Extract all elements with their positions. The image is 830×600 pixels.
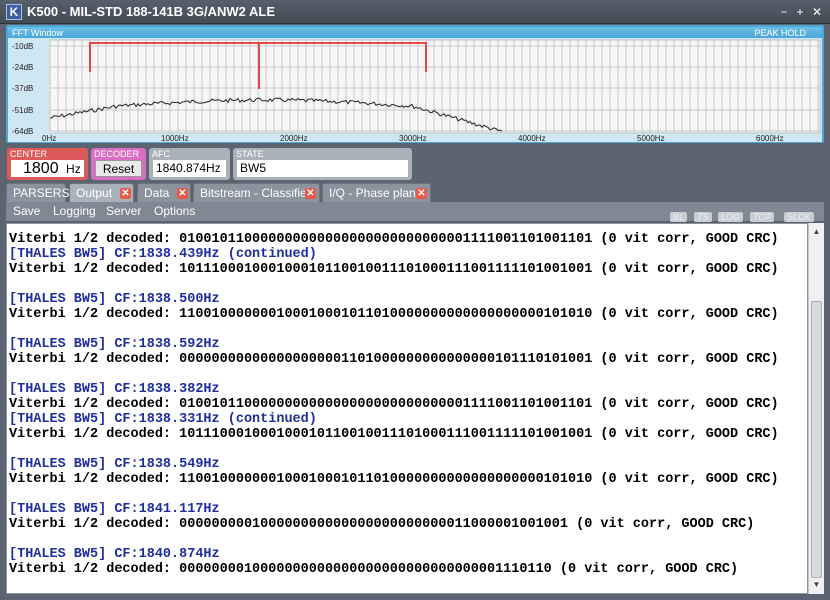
decoder-label: DECODER [94,149,140,159]
center-unit: Hz [66,162,81,176]
y-tick-label: -24dB [12,63,33,72]
x-tick-label: 4000Hz [518,134,546,142]
maximize-button[interactable]: + [792,4,808,20]
log-header-line: [THALES BW5] CF:1838.331Hz (continued) [9,412,317,427]
log-blank-line [9,532,779,547]
menu-options[interactable]: Options [154,204,195,218]
fft-spectrum[interactable]: -10dB -24dB -37dB -51dB -64dB 0Hz 1000Hz 2000H… [8,38,822,142]
y-tick-label: -10dB [12,42,33,51]
x-tick-label: 1000Hz [161,134,189,142]
close-icon[interactable]: ✕ [416,188,427,199]
menu-save[interactable]: Save [13,204,40,218]
log-header-line: [THALES BW5] CF:1838.382Hz [9,382,220,397]
log-blank-line [9,442,779,457]
log-header-line: [THALES BW5] CF:1838.500Hz [9,292,220,307]
y-tick-label: -51dB [12,106,33,115]
flag-slck: SLCK [784,212,814,222]
close-button[interactable]: ✕ [809,4,825,20]
center-label: CENTER [10,149,48,159]
tab-output[interactable]: Output ✕ [69,183,134,203]
center-box: CENTER 1800 Hz [7,148,88,180]
log-blank-line [9,487,779,502]
afc-value: 1840.874Hz [153,160,226,177]
log-header-line: [THALES BW5] CF:1838.592Hz [9,337,220,352]
tab-bitstream-classifier[interactable]: Bitstream - Classifier ✕ [193,183,320,203]
tab-label: Bitstream - Classifier [200,186,311,200]
minimize-button[interactable]: − [776,4,792,20]
log-decoded-line: Viterbi 1/2 decoded: 1100100000001000100… [9,307,779,322]
log-decoded-line: Viterbi 1/2 decoded: 1100100000001000100… [9,472,779,487]
log-decoded-line: Viterbi 1/2 decoded: 1011100010001000101… [9,427,779,442]
state-value: BW5 [237,160,408,177]
flag-log: LOG [718,212,744,222]
log-lines: Viterbi 1/2 decoded: 0100101100000000000… [9,232,779,577]
y-tick-label: -64dB [12,127,33,136]
tab-label: Output [76,186,113,200]
flag-tcp: TCP [750,212,774,222]
state-box: STATE BW5 [233,148,412,180]
log-decoded-line: Viterbi 1/2 decoded: 0100101100000000000… [9,397,779,412]
flag-bl: BL [670,212,688,222]
menu-server[interactable]: Server [106,204,141,218]
tab-label: Data [144,186,170,200]
scroll-up-icon[interactable]: ▲ [809,225,824,239]
log-decoded-line: Viterbi 1/2 decoded: 0000000000000000000… [9,352,779,367]
fft-header [8,27,822,38]
log-blank-line [9,322,779,337]
app-icon[interactable]: K [6,4,22,20]
close-icon[interactable]: ✕ [177,188,188,199]
log-decoded-line: Viterbi 1/2 decoded: 0000000010000000000… [9,562,739,577]
log-header-line: [THALES BW5] CF:1841.117Hz [9,502,220,517]
tab-label: PARSERS [13,186,70,200]
close-icon[interactable]: ✕ [305,188,316,199]
log-blank-line [9,277,779,292]
afc-box: AFC 1840.874Hz [149,148,230,180]
fft-title: FFT Window [12,28,63,38]
log-header-line: [THALES BW5] CF:1838.439Hz (continued) [9,247,317,262]
afc-label: AFC [152,149,170,159]
fft-panel: FFT Window PEAK HOLD -10dB -24dB -37dB -51d… [6,25,824,143]
state-label: STATE [236,149,264,159]
x-tick-label: 2000Hz [280,134,308,142]
tab-label: I/Q - Phase plane [329,186,423,200]
peak-hold-button[interactable]: PEAK HOLD [754,28,806,38]
x-tick-label: 5000Hz [637,134,665,142]
log-header-line: [THALES BW5] CF:1840.874Hz [9,547,220,562]
log-blank-line [9,367,779,382]
log-decoded-line: Viterbi 1/2 decoded: 0100101100000000000… [9,232,779,247]
menu-logging[interactable]: Logging [53,204,96,218]
y-tick-label: -37dB [12,84,33,93]
log-header-line: [THALES BW5] CF:1838.549Hz [9,457,220,472]
x-tick-label: 3000Hz [399,134,427,142]
center-value: 1800 [23,160,59,177]
x-tick-label: 6000Hz [756,134,784,142]
output-log[interactable]: Viterbi 1/2 decoded: 0100101100000000000… [6,223,808,594]
x-tick-label: 0Hz [42,134,56,142]
log-decoded-line: Viterbi 1/2 decoded: 0000000001000000000… [9,517,755,532]
center-input[interactable]: 1800 Hz [11,160,84,177]
close-icon[interactable]: ✕ [120,188,131,199]
tab-parsers[interactable]: PARSERS [6,183,70,203]
decoder-box: DECODER Reset [91,148,146,180]
tab-iq-phase-plane[interactable]: I/Q - Phase plane ✕ [322,183,431,203]
reset-button[interactable]: Reset [95,160,142,177]
vertical-scrollbar[interactable]: ▲ ▼ [808,223,824,594]
tab-data[interactable]: Data ✕ [137,183,191,203]
log-decoded-line: Viterbi 1/2 decoded: 1011100010001000101… [9,262,779,277]
flag-ts: TS [694,212,712,222]
scroll-thumb[interactable] [811,301,822,578]
window-title: K500 - MIL-STD 188-141B 3G/ANW2 ALE [27,4,276,19]
title-bar: K K500 - MIL-STD 188-141B 3G/ANW2 ALE − … [0,0,830,24]
scroll-down-icon[interactable]: ▼ [809,578,824,592]
